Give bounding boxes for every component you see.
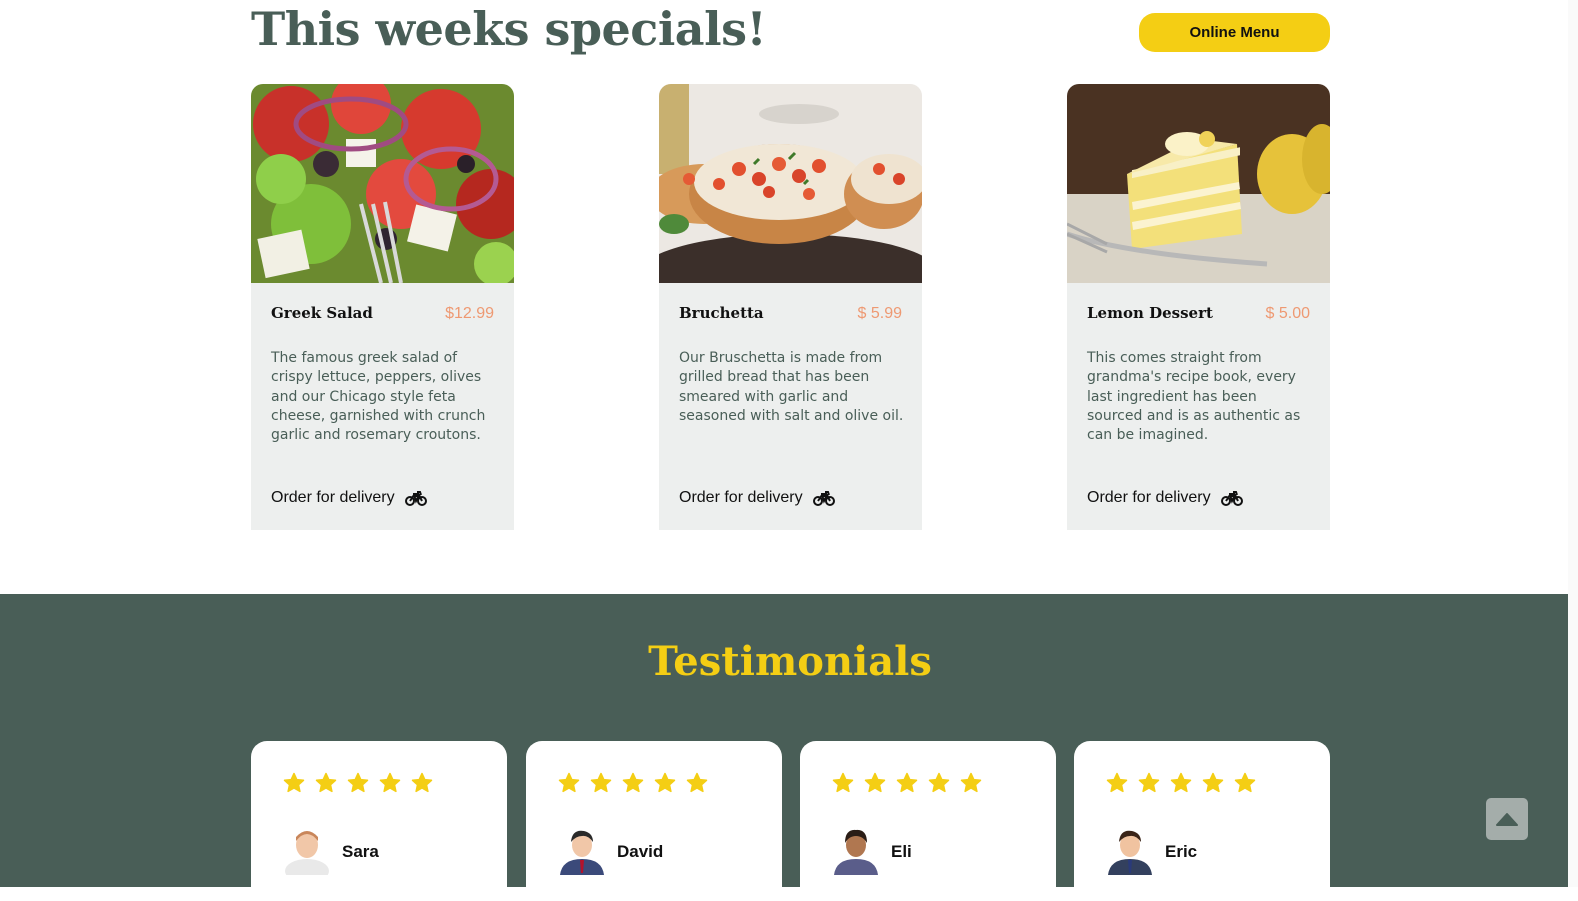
scrollbar-track[interactable] — [1568, 0, 1578, 887]
special-card-lemon-dessert: Lemon Dessert $ 5.00 This comes straight… — [1067, 84, 1330, 530]
scroll-to-top-button[interactable] — [1486, 798, 1528, 840]
star-icon — [590, 772, 612, 793]
star-icon — [864, 772, 886, 793]
specials-section: This weeks specials! Online Menu Greek S… — [0, 0, 1568, 594]
order-label: Order for delivery — [679, 489, 803, 506]
reviewer-name: David — [617, 842, 664, 861]
avatar — [1108, 830, 1152, 875]
star-icon — [1170, 772, 1192, 793]
motorcycle-icon — [812, 491, 835, 506]
order-label: Order for delivery — [271, 489, 395, 506]
order-label: Order for delivery — [1087, 489, 1211, 506]
dish-price: $ 5.99 — [857, 305, 902, 322]
dish-description: This comes straight from grandma's recip… — [1087, 350, 1301, 444]
star-icon — [960, 772, 982, 793]
star-icon — [896, 772, 918, 793]
bruchetta-image — [659, 84, 922, 283]
star-icon — [622, 772, 644, 793]
dish-name: Bruchetta — [679, 304, 764, 322]
star-icon — [379, 772, 401, 793]
star-rating — [832, 772, 982, 794]
star-icon — [558, 772, 580, 793]
testimonial-card: David — [526, 741, 782, 901]
star-icon — [1202, 772, 1224, 793]
dish-name: Greek Salad — [271, 304, 373, 322]
avatar — [560, 830, 604, 875]
star-icon — [832, 772, 854, 793]
star-icon — [1234, 772, 1256, 793]
star-rating — [283, 772, 433, 794]
testimonial-card: Eli — [800, 741, 1056, 901]
star-icon — [347, 772, 369, 793]
star-icon — [928, 772, 950, 793]
order-delivery-link[interactable]: Order for delivery — [1087, 489, 1243, 507]
testimonial-card: Sara — [251, 741, 507, 901]
specials-title: This weeks specials! — [251, 2, 767, 56]
star-icon — [1138, 772, 1160, 793]
testimonial-card: Eric — [1074, 741, 1330, 901]
star-icon — [411, 772, 433, 793]
star-icon — [1106, 772, 1128, 793]
avatar — [285, 831, 329, 875]
motorcycle-icon — [1220, 491, 1243, 506]
testimonials-section: Testimonials Sara David Eli Eric — [0, 594, 1568, 901]
special-card-bruchetta: Bruchetta $ 5.99 Our Bruschetta is made … — [659, 84, 922, 530]
star-icon — [686, 772, 708, 793]
lemon-dessert-image — [1067, 84, 1330, 283]
dish-price: $ 5.00 — [1265, 305, 1310, 322]
motorcycle-icon — [404, 491, 427, 506]
star-icon — [654, 772, 676, 793]
order-delivery-link[interactable]: Order for delivery — [679, 489, 835, 507]
testimonials-title: Testimonials — [648, 638, 932, 685]
star-icon — [283, 772, 305, 793]
avatar — [834, 829, 878, 875]
dish-name: Lemon Dessert — [1087, 304, 1213, 322]
special-card-greek-salad: Greek Salad $12.99 The famous greek sala… — [251, 84, 514, 530]
reviewer-name: Eli — [891, 842, 912, 861]
reviewer-name: Eric — [1165, 842, 1198, 861]
dish-description: The famous greek salad of crispy lettuce… — [271, 350, 486, 444]
caret-up-icon — [1496, 813, 1518, 826]
order-delivery-link[interactable]: Order for delivery — [271, 489, 427, 507]
online-menu-button[interactable]: Online Menu — [1139, 13, 1330, 52]
reviewer-name: Sara — [342, 842, 379, 861]
dish-price: $12.99 — [445, 305, 494, 322]
star-rating — [558, 772, 708, 794]
greek-salad-image — [251, 84, 514, 283]
star-rating — [1106, 772, 1256, 794]
star-icon — [315, 772, 337, 793]
dish-description: Our Bruschetta is made from grilled brea… — [679, 350, 904, 424]
